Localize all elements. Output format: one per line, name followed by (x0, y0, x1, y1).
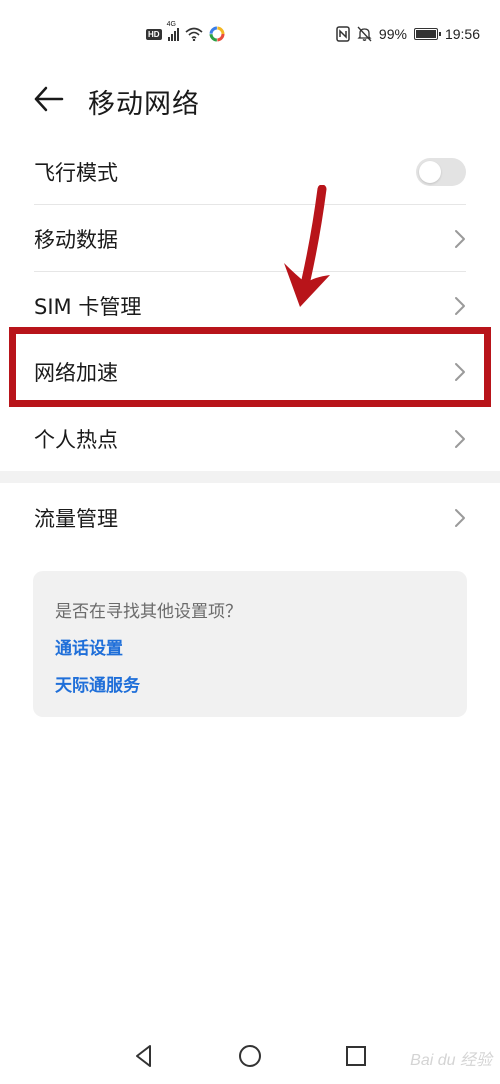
skytone-service-link[interactable]: 天际通服务 (55, 671, 140, 696)
status-right-icons: 99% 19:56 (336, 26, 480, 42)
wifi-icon (185, 27, 203, 41)
row-personal-hotspot[interactable]: 个人热点 (0, 405, 500, 472)
back-arrow-icon[interactable] (32, 84, 66, 114)
airplane-mode-toggle[interactable] (416, 157, 466, 186)
chevron-right-icon (455, 508, 465, 527)
row-mobile-data[interactable]: 移动数据 (0, 205, 500, 272)
row-label: 飞行模式 (34, 160, 118, 185)
suggestion-question: 是否在寻找其他设置项？ (55, 602, 242, 622)
row-label: SIM 卡管理 (34, 294, 142, 319)
app-header: 移动网络 (0, 70, 500, 130)
nav-recents-icon[interactable] (342, 1042, 370, 1070)
toggle-knob (419, 160, 441, 183)
row-data-usage[interactable]: 流量管理 (0, 484, 500, 551)
suggestion-card: 是否在寻找其他设置项？ 通话设置 天际通服务 (33, 571, 467, 717)
row-label: 流量管理 (34, 506, 118, 531)
row-label: 个人热点 (34, 427, 118, 452)
app-icon (209, 26, 225, 42)
battery-icon (413, 28, 441, 40)
page-title: 移动网络 (88, 89, 200, 120)
annotation-arrow-icon (284, 185, 330, 307)
hd-icon: HD (146, 28, 162, 40)
clock: 19:56 (444, 26, 480, 42)
nfc-icon (336, 26, 350, 42)
section-separator (0, 471, 500, 483)
status-bar: HD 4G 99% 19:56 (0, 0, 500, 70)
highlight-annotation-box (9, 327, 491, 407)
status-left-icons: HD 4G (146, 21, 225, 42)
chevron-right-icon (455, 229, 465, 248)
signal-icon: 4G (167, 21, 179, 41)
chevron-right-icon (455, 429, 465, 448)
row-airplane-mode[interactable]: 飞行模式 (0, 138, 500, 205)
nav-back-icon[interactable] (130, 1042, 158, 1070)
call-settings-link[interactable]: 通话设置 (55, 634, 123, 659)
chevron-right-icon (455, 296, 465, 315)
battery-percent: 99% (378, 26, 407, 42)
nav-home-icon[interactable] (236, 1042, 264, 1070)
mute-icon (357, 26, 372, 42)
watermark: Bai du 经验 (410, 1052, 492, 1069)
row-label: 移动数据 (34, 227, 118, 252)
